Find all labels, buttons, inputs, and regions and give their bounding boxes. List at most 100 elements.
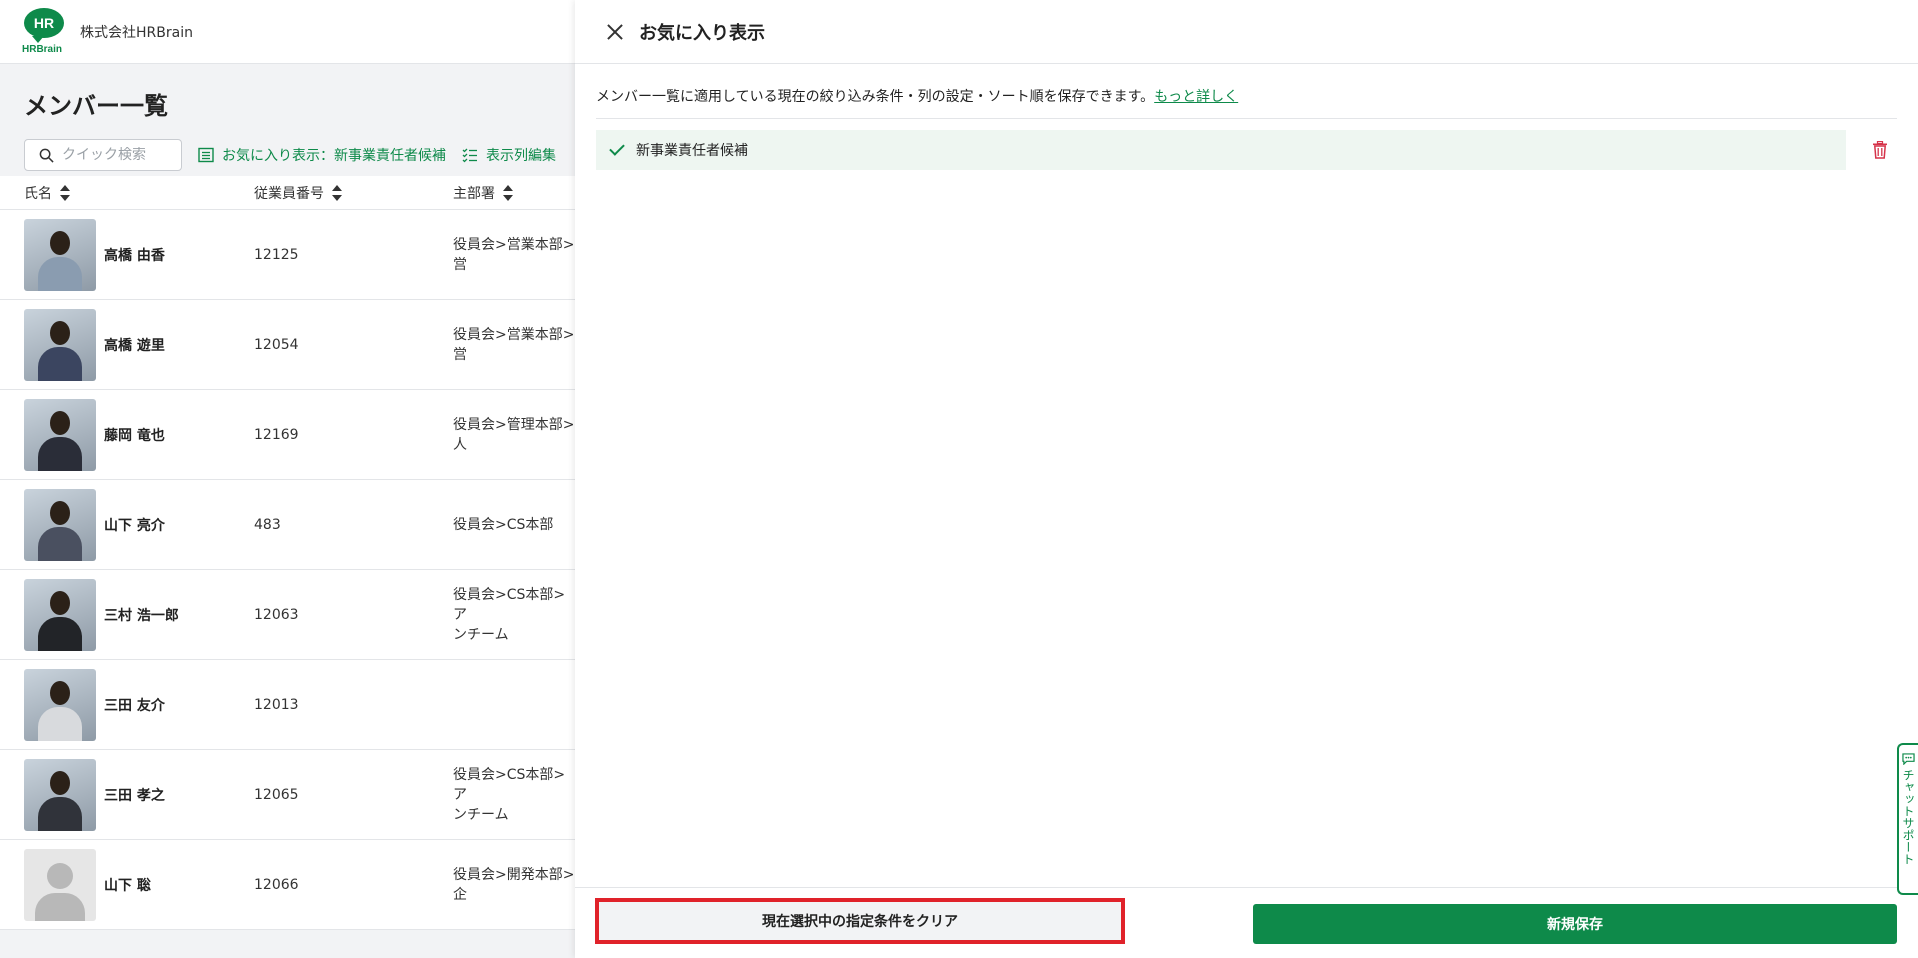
avatar bbox=[24, 308, 96, 381]
logo-bubble: HR bbox=[24, 7, 64, 43]
list-toolbar: お気に入り表示：新事業責任者候補 表示列編集 bbox=[24, 138, 556, 172]
table-row[interactable]: 藤岡 竜也 12169 役員会>管理本部>人 bbox=[0, 390, 575, 480]
close-icon[interactable] bbox=[605, 22, 625, 42]
employee-id: 12066 bbox=[254, 876, 299, 893]
avatar-body bbox=[38, 706, 82, 741]
checklist-icon bbox=[462, 148, 477, 163]
column-header-label: 従業員番号 bbox=[254, 185, 324, 202]
member-name-cell: 藤岡 竜也 bbox=[0, 398, 254, 471]
employee-id: 12054 bbox=[254, 336, 299, 353]
employee-id: 12013 bbox=[254, 696, 299, 713]
department: 役員会>CS本部 bbox=[453, 516, 554, 533]
employee-id: 12063 bbox=[254, 606, 299, 623]
table-row[interactable]: 三田 友介 12013 bbox=[0, 660, 575, 750]
member-name-cell: 三田 孝之 bbox=[0, 758, 254, 831]
member-name[interactable]: 三田 友介 bbox=[104, 695, 165, 715]
table-body: 高橋 由香 12125 役員会>営業本部>営 高橋 遊里 12054 役員会>営業本部>営… bbox=[0, 210, 575, 930]
employee-id: 12125 bbox=[254, 246, 299, 263]
department: 役員会>CS本部>ア ンチーム bbox=[453, 586, 566, 643]
table-row[interactable]: 高橋 遊里 12054 役員会>営業本部>営 bbox=[0, 300, 575, 390]
department: 役員会>管理本部>人 bbox=[453, 416, 575, 453]
check-icon bbox=[609, 140, 625, 156]
edit-columns-button[interactable]: 表示列編集 bbox=[462, 145, 556, 165]
member-name[interactable]: 三村 浩一郎 bbox=[104, 605, 179, 625]
sort-icon bbox=[60, 184, 70, 201]
member-name[interactable]: 三田 孝之 bbox=[104, 785, 165, 805]
member-name[interactable]: 藤岡 竜也 bbox=[104, 425, 165, 445]
quick-search[interactable] bbox=[24, 139, 182, 171]
chat-support-tab[interactable]: チャットサポート bbox=[1897, 743, 1918, 895]
avatar-body bbox=[38, 346, 82, 381]
avatar-body bbox=[38, 616, 82, 651]
department: 役員会>CS本部>ア ンチーム bbox=[453, 766, 566, 823]
company-name: 株式会社HRBrain bbox=[80, 24, 193, 41]
column-header-label: 主部署 bbox=[453, 185, 495, 202]
department: 役員会>開発本部>企 bbox=[453, 866, 575, 903]
clear-conditions-button[interactable]: 現在選択中の指定条件をクリア bbox=[595, 898, 1125, 944]
member-name-cell: 三田 友介 bbox=[0, 668, 254, 741]
member-name[interactable]: 高橋 由香 bbox=[104, 245, 165, 265]
table-row[interactable]: 三田 孝之 12065 役員会>CS本部>ア ンチーム bbox=[0, 750, 575, 840]
table-row[interactable]: 山下 亮介 483 役員会>CS本部 bbox=[0, 480, 575, 570]
avatar-body bbox=[38, 526, 82, 561]
favorite-view-button[interactable]: お気に入り表示：新事業責任者候補 bbox=[198, 145, 446, 165]
description-text: メンバー一覧に適用している現在の絞り込み条件・列の設定・ソート順を保存できます。 bbox=[596, 89, 1155, 105]
new-save-button[interactable]: 新規保存 bbox=[1253, 904, 1897, 944]
drawer-title: お気に入り表示 bbox=[639, 22, 765, 44]
avatar-head bbox=[50, 500, 70, 525]
logo-wordmark: HRBrain bbox=[22, 43, 63, 55]
employee-id: 483 bbox=[254, 516, 281, 533]
member-name[interactable]: 山下 亮介 bbox=[104, 515, 165, 535]
sort-icon bbox=[503, 184, 513, 201]
avatar-body bbox=[35, 892, 85, 921]
column-header-department[interactable]: 主部署 bbox=[453, 183, 575, 203]
table-row[interactable]: 高橋 由香 12125 役員会>営業本部>営 bbox=[0, 210, 575, 300]
member-name-cell: 高橋 由香 bbox=[0, 218, 254, 291]
favorites-drawer: お気に入り表示 メンバー一覧に適用している現在の絞り込み条件・列の設定・ソート順… bbox=[575, 0, 1918, 958]
employee-id: 12169 bbox=[254, 426, 299, 443]
department: 役員会>営業本部>営 bbox=[453, 326, 575, 363]
favorite-view-label: お気に入り表示：新事業責任者候補 bbox=[222, 148, 446, 164]
avatar-head bbox=[50, 230, 70, 255]
table-row[interactable]: 三村 浩一郎 12063 役員会>CS本部>ア ンチーム bbox=[0, 570, 575, 660]
avatar bbox=[24, 398, 96, 471]
search-icon bbox=[39, 148, 54, 163]
member-name[interactable]: 山下 聡 bbox=[104, 875, 151, 895]
member-name-cell: 三村 浩一郎 bbox=[0, 578, 254, 651]
favorite-item-row[interactable]: 新事業責任者候補 bbox=[596, 130, 1846, 170]
drawer-footer: 現在選択中の指定条件をクリア 新規保存 bbox=[575, 887, 1918, 958]
chat-icon bbox=[1902, 753, 1915, 765]
employee-id: 12065 bbox=[254, 786, 299, 803]
avatar bbox=[24, 578, 96, 651]
column-header-name[interactable]: 氏名 bbox=[0, 183, 254, 203]
avatar-body bbox=[38, 256, 82, 291]
avatar-head bbox=[50, 770, 70, 795]
table-row[interactable]: 山下 聡 12066 役員会>開発本部>企 bbox=[0, 840, 575, 930]
chat-support-label: チャットサポート bbox=[1901, 769, 1915, 865]
avatar-body bbox=[38, 436, 82, 471]
sort-icon bbox=[332, 184, 342, 201]
learn-more-link[interactable]: もっと詳しく bbox=[1154, 89, 1238, 105]
member-table: 氏名 従業員番号 主部署 高橋 由香 12125 役員会>営業本部>営 高橋 遊里 12… bbox=[0, 176, 575, 930]
edit-columns-label: 表示列編集 bbox=[486, 148, 556, 164]
avatar-body bbox=[38, 796, 82, 831]
avatar-head bbox=[50, 590, 70, 615]
avatar bbox=[24, 758, 96, 831]
search-input[interactable] bbox=[62, 147, 172, 163]
column-header-employee-id[interactable]: 従業員番号 bbox=[254, 183, 453, 203]
avatar bbox=[24, 488, 96, 561]
drawer-header: お気に入り表示 bbox=[575, 0, 1918, 64]
avatar-head bbox=[50, 410, 70, 435]
member-name-cell: 山下 亮介 bbox=[0, 488, 254, 561]
avatar-head bbox=[47, 862, 73, 889]
drawer-description: メンバー一覧に適用している現在の絞り込み条件・列の設定・ソート順を保存できます。… bbox=[596, 86, 1897, 119]
trash-icon[interactable] bbox=[1872, 141, 1888, 159]
hrbrain-logo[interactable]: HR HRBrain bbox=[22, 6, 66, 58]
avatar-head bbox=[50, 680, 70, 705]
favorite-item-label: 新事業責任者候補 bbox=[636, 143, 748, 159]
avatar bbox=[24, 668, 96, 741]
table-header: 氏名 従業員番号 主部署 bbox=[0, 176, 575, 210]
member-name-cell: 高橋 遊里 bbox=[0, 308, 254, 381]
avatar bbox=[24, 848, 96, 921]
member-name[interactable]: 高橋 遊里 bbox=[104, 335, 165, 355]
